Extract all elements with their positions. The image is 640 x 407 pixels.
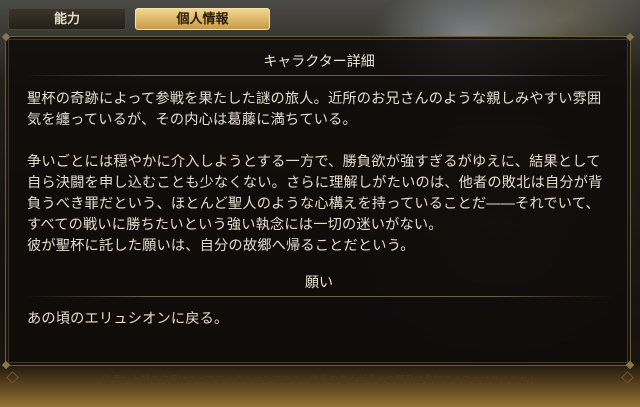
- profile-paragraph-2: 争いごとには穏やかに介入しようとする一方で、勝負欲が強すぎるがゆえに、結果として…: [27, 154, 603, 233]
- tab-personal-info[interactable]: 個人情報: [135, 8, 270, 30]
- tab-personal-info-label: 個人情報: [176, 12, 229, 27]
- tab-ability[interactable]: 能力: [8, 8, 126, 30]
- wish-text: あの頃のエリュシオンに戻る。: [27, 311, 229, 327]
- character-detail-panel[interactable]: キャラクター詳細 聖杯の奇跡によって参戦を果たした謎の旅人。近所のお兄さんのよう…: [1, 32, 635, 370]
- disclaimer-text: 注意：上記の内容はすべてフィクションであり、赤鼻の老人が今後の開発に参加すること…: [102, 375, 538, 386]
- profile-paragraph-1: 聖杯の奇跡によって参戦を果たした謎の旅人。近所のお兄さんのような親しみやすい雰囲…: [27, 91, 602, 128]
- wish-divider: [26, 296, 612, 297]
- wish-heading: 願い: [305, 275, 333, 291]
- character-detail-heading: キャラクター詳細: [263, 54, 375, 70]
- profile-paragraph-3: 彼が聖杯に託した願いは、自分の故郷へ帰ることだという。: [27, 238, 415, 254]
- heading-divider: [26, 75, 612, 76]
- tab-ability-label: 能力: [53, 12, 80, 27]
